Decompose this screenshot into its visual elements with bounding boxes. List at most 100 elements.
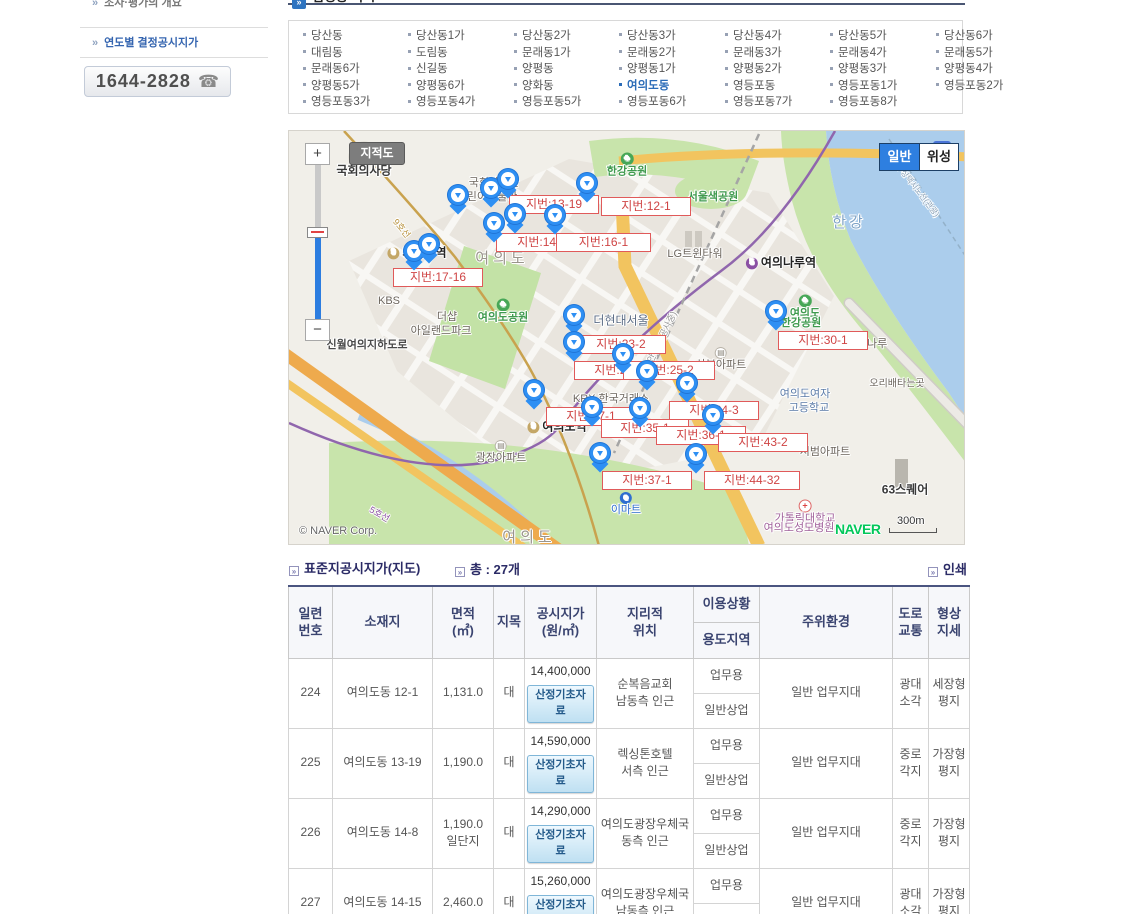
dong-link[interactable]: 영등포동 [725, 77, 775, 93]
map-pin[interactable] [504, 203, 526, 233]
dong-link[interactable]: 도림동 [408, 44, 448, 60]
map-pin[interactable] [685, 443, 707, 473]
dong-link[interactable]: 문래동1가 [514, 44, 571, 60]
dong-link-label: 대림동 [311, 47, 343, 59]
map-pin[interactable] [581, 396, 603, 426]
dong-link[interactable]: 양평동6가 [408, 77, 465, 93]
map-pin-triangle-icon [644, 369, 650, 374]
dong-link[interactable]: 양평동1가 [619, 60, 676, 76]
cell-address: 여의도동 12-1 [333, 658, 433, 728]
cadastral-map-button[interactable]: 지적도 [349, 142, 405, 165]
bullet-icon [725, 50, 728, 53]
map-pin[interactable] [676, 372, 698, 402]
map-place-label: ♣여의도 [790, 294, 820, 319]
cell-area: 1,131.0 [433, 658, 494, 728]
dong-link[interactable]: 영등포동5가 [514, 93, 581, 109]
dong-link[interactable]: 영등포동2가 [936, 77, 1003, 93]
cell-road-traffic: 중로 각지 [893, 798, 929, 868]
sidebar-item-overview[interactable]: »조사·평가의 개요 [92, 0, 182, 10]
naver-map[interactable]: 국회의사당국회박물관어린이박물관♣한강공원서울색공원한강9의사당역KBS더샵아일… [288, 130, 965, 545]
valuation-data-button[interactable]: 산정기초자료 [527, 825, 594, 863]
table-row: 227여의도동 14-152,460.0대15,260,000산정기초자료여의도… [289, 868, 970, 903]
dong-link[interactable]: 당산동4가 [725, 27, 782, 43]
dong-link[interactable]: 당산동1가 [408, 27, 465, 43]
dong-link-label: 당산동2가 [522, 30, 571, 42]
dong-link-active[interactable]: 여의도동 [619, 77, 669, 93]
dong-link[interactable]: 양평동3가 [830, 60, 887, 76]
valuation-data-button[interactable]: 산정기초자료 [527, 755, 594, 793]
map-pin[interactable] [636, 360, 658, 390]
map-pin[interactable] [576, 172, 598, 202]
map-place-label: 국회의사당 [336, 164, 391, 177]
dong-link[interactable]: 영등포동7가 [725, 93, 792, 109]
map-pin[interactable] [563, 304, 585, 334]
dong-link-label: 여의도동 [627, 80, 669, 92]
dong-link[interactable]: 대림동 [303, 44, 343, 60]
map-place-label: KBS [378, 295, 400, 307]
dong-link[interactable]: 문래동6가 [303, 60, 360, 76]
dong-link[interactable]: 문래동3가 [725, 44, 782, 60]
map-pin-dot [585, 400, 599, 414]
map-pin[interactable] [765, 300, 787, 330]
map-mode-normal-button[interactable]: 일반 [880, 144, 919, 170]
print-button[interactable]: »인쇄 [928, 559, 967, 578]
dong-link-label: 문래동1가 [522, 47, 571, 59]
map-mode-toggle: 일반 위성 [879, 143, 959, 171]
valuation-data-button[interactable]: 산정기초자료 [527, 895, 594, 914]
map-pin[interactable] [589, 442, 611, 472]
map-pin[interactable] [497, 168, 519, 198]
dong-link[interactable]: 당산동 [303, 27, 343, 43]
dong-link[interactable]: 문래동5가 [936, 44, 993, 60]
section-title-icon: » [292, 0, 306, 9]
map-place-label: +가톨릭대학교 [775, 499, 836, 524]
dong-link-label: 영등포동6가 [627, 96, 686, 108]
map-pin[interactable] [612, 343, 634, 373]
map-pin[interactable] [418, 233, 440, 263]
map-pin[interactable] [483, 212, 505, 242]
dong-link[interactable]: 당산동5가 [830, 27, 887, 43]
dong-link[interactable]: 영등포동1가 [830, 77, 897, 93]
dong-link[interactable]: 당산동3가 [619, 27, 676, 43]
dong-link[interactable]: 문래동2가 [619, 44, 676, 60]
map-place-label-text: 여의도 [475, 251, 528, 268]
map-place-label-text: 여의나루역 [761, 256, 816, 269]
dong-link[interactable]: 양평동2가 [725, 60, 782, 76]
bullet-icon [514, 33, 517, 36]
map-pin-dot [548, 208, 562, 222]
map-pin[interactable] [523, 379, 545, 409]
dong-link[interactable]: 영등포동4가 [408, 93, 475, 109]
map-pin[interactable] [563, 331, 585, 361]
map-pin[interactable] [629, 397, 651, 427]
sidebar-item-yearly-price[interactable]: »연도별 결정공시지가 [92, 34, 198, 50]
dong-link-label: 당산동1가 [416, 30, 465, 42]
dong-link[interactable]: 양평동 [514, 60, 554, 76]
map-pin[interactable] [702, 404, 724, 434]
map-place-label-text: 여의도여자 [780, 388, 831, 400]
dong-link[interactable]: 양화동 [514, 77, 554, 93]
cell-land-use: 업무용 [694, 658, 760, 693]
dong-link[interactable]: 영등포동3가 [303, 93, 370, 109]
map-mode-satellite-button[interactable]: 위성 [919, 144, 958, 170]
cell-official-price: 14,590,000 [527, 733, 594, 750]
zoom-out-button[interactable]: − [305, 319, 330, 341]
hospital-icon: + [798, 499, 811, 512]
valuation-data-button[interactable]: 산정기초자료 [527, 685, 594, 723]
dong-link[interactable]: 신길동 [408, 60, 448, 76]
dong-link[interactable]: 당산동2가 [514, 27, 571, 43]
map-pin[interactable] [447, 184, 469, 214]
zoom-in-button[interactable]: + [305, 143, 330, 165]
dong-link[interactable]: 문래동4가 [830, 44, 887, 60]
map-pin[interactable] [544, 204, 566, 234]
zoom-slider-handle[interactable] [307, 227, 328, 238]
dong-link[interactable]: 당산동6가 [936, 27, 993, 43]
map-place-label-text: 광장아파트 [476, 452, 527, 464]
dong-link[interactable]: 영등포동8가 [830, 93, 897, 109]
bullet-icon [303, 50, 306, 53]
dong-link[interactable]: 양평동5가 [303, 77, 360, 93]
dong-link[interactable]: 양평동4가 [936, 60, 993, 76]
dong-link-label: 양평동3가 [838, 63, 887, 75]
map-place-label: 한강 [832, 215, 866, 232]
map-place-label-text: 여의도성모병원 [764, 522, 835, 534]
print-box-icon: » [928, 567, 938, 577]
dong-link[interactable]: 영등포동6가 [619, 93, 686, 109]
